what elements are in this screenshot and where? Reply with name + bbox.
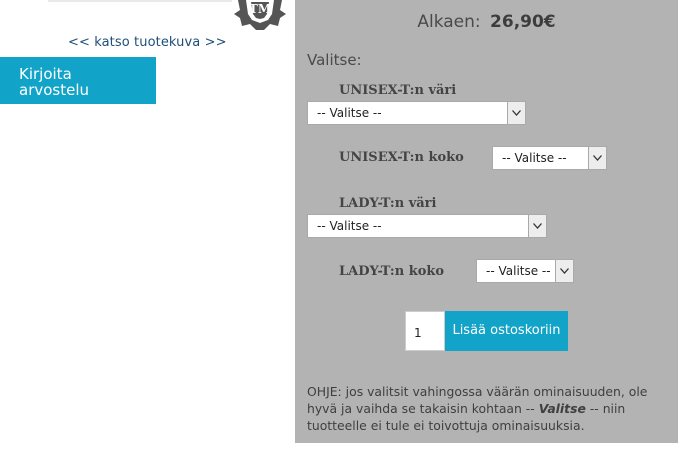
gear-logo-icon: TM: [234, 0, 286, 30]
thumbnail-edge: [48, 0, 232, 2]
price-prefix: Alkaen:: [417, 12, 481, 32]
lady-size-label: LADY-T:n koko: [339, 264, 445, 279]
view-product-image-link[interactable]: << katso tuotekuva >>: [68, 35, 227, 50]
write-review-label: Kirjoita arvostelu: [19, 65, 90, 99]
chevron-down-icon: [555, 260, 573, 282]
lady-size-select[interactable]: -- Valitse --: [476, 259, 574, 283]
unisex-color-value: -- Valitse --: [317, 106, 382, 120]
help-text: OHJE: jos valitsit vahingossa väärän omi…: [307, 383, 667, 434]
purchase-panel: Alkaen: 26,90€ Valitse: UNISEX-T:n väri …: [295, 0, 678, 443]
write-review-button[interactable]: Kirjoita arvostelu: [0, 57, 156, 104]
lady-size-value: -- Valitse --: [486, 264, 551, 278]
chevron-down-icon: [528, 215, 546, 237]
svg-text:TM: TM: [249, 2, 271, 16]
price-value: 26,90€: [490, 12, 556, 32]
unisex-color-select[interactable]: -- Valitse --: [307, 101, 526, 125]
quantity-input[interactable]: 1: [405, 311, 445, 351]
lady-color-label: LADY-T:n väri: [339, 196, 437, 211]
chevron-down-icon: [588, 147, 606, 169]
unisex-size-value: -- Valitse --: [502, 151, 567, 165]
unisex-size-label: UNISEX-T:n koko: [339, 150, 464, 165]
lady-color-value: -- Valitse --: [317, 219, 382, 233]
add-to-cart-button[interactable]: Lisää ostoskoriin: [445, 311, 568, 351]
price-line: Alkaen: 26,90€: [295, 12, 678, 32]
help-text-emphasis: Valitse: [538, 401, 586, 416]
choose-label: Valitse:: [307, 51, 362, 69]
lady-color-select[interactable]: -- Valitse --: [307, 214, 547, 238]
unisex-size-select[interactable]: -- Valitse --: [492, 146, 607, 170]
unisex-color-label: UNISEX-T:n väri: [339, 83, 457, 98]
chevron-down-icon: [507, 102, 525, 124]
